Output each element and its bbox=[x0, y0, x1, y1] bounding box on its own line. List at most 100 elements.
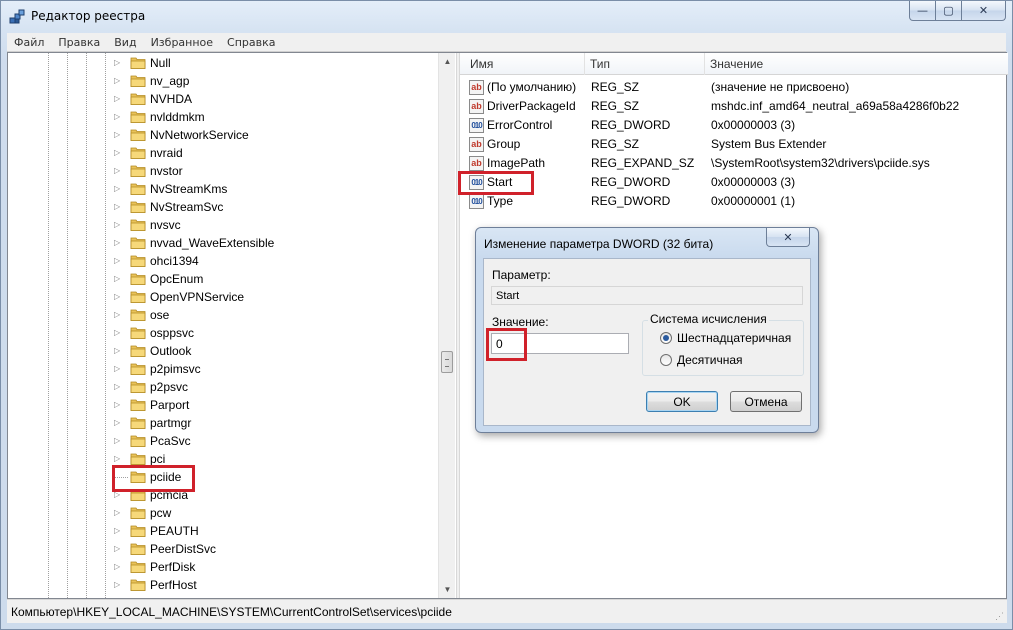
list-row-errorcontrol[interactable]: 010 ErrorControl REG_DWORD 0x00000003 (3) bbox=[460, 116, 1006, 135]
tree-item[interactable]: ▷ nvvad_WaveExtensible bbox=[8, 234, 438, 252]
tree-item[interactable]: ▷ Null bbox=[8, 54, 438, 72]
tree-item-label[interactable]: pcmcia bbox=[150, 488, 188, 502]
list-row-start[interactable]: 010 Start REG_DWORD 0x00000003 (3) bbox=[460, 173, 1006, 192]
expand-arrow-icon[interactable]: ▷ bbox=[114, 580, 122, 590]
cancel-button[interactable]: Отмена bbox=[730, 391, 802, 412]
resize-grip-icon[interactable]: ⋰ bbox=[995, 611, 1005, 621]
expand-arrow-icon[interactable]: ▷ bbox=[114, 274, 122, 284]
column-divider[interactable] bbox=[584, 53, 585, 75]
tree-item[interactable]: ▷ NvNetworkService bbox=[8, 126, 438, 144]
expand-arrow-icon[interactable]: ▷ bbox=[114, 382, 122, 392]
tree-item[interactable]: ▷ OpcEnum bbox=[8, 270, 438, 288]
expand-arrow-icon[interactable]: ▷ bbox=[114, 292, 122, 302]
tree-item[interactable]: ▷ nv_agp bbox=[8, 72, 438, 90]
tree-item-label[interactable]: Null bbox=[150, 56, 171, 70]
tree-item[interactable]: ▷ pci bbox=[8, 450, 438, 468]
expand-arrow-icon[interactable]: ▷ bbox=[114, 400, 122, 410]
expand-arrow-icon[interactable]: ▷ bbox=[114, 202, 122, 212]
tree-item[interactable]: ▷ NVHDA bbox=[8, 90, 438, 108]
expand-arrow-icon[interactable]: ▷ bbox=[114, 544, 122, 554]
close-button[interactable]: ✕ bbox=[962, 1, 1006, 21]
radio-hexadecimal[interactable]: Шестнадцатеричная bbox=[660, 331, 791, 345]
tree-item-label[interactable]: OpenVPNService bbox=[150, 290, 244, 304]
tree-item[interactable]: ▷ p2psvc bbox=[8, 378, 438, 396]
tree-item[interactable]: ▷ NvStreamSvc bbox=[8, 198, 438, 216]
tree-item-label[interactable]: OpcEnum bbox=[150, 272, 203, 286]
expand-arrow-icon[interactable]: ▷ bbox=[114, 94, 122, 104]
list-row-driverpackageid[interactable]: ab DriverPackageId REG_SZ mshdc.inf_amd64_n… bbox=[460, 97, 1006, 116]
title-bar[interactable]: Редактор реестра — ▢ ✕ bbox=[1, 1, 1012, 33]
scroll-up-icon[interactable]: ▲ bbox=[439, 53, 456, 70]
tree-item-label[interactable]: partmgr bbox=[150, 416, 191, 430]
value-input[interactable]: 0 bbox=[491, 333, 629, 354]
tree-item[interactable]: ▷ pcw bbox=[8, 504, 438, 522]
tree-item[interactable]: ▷ PeerDistSvc bbox=[8, 540, 438, 558]
expand-arrow-icon[interactable]: ▷ bbox=[114, 256, 122, 266]
menu-help[interactable]: Справка bbox=[220, 36, 282, 49]
tree-item-label[interactable]: ohci1394 bbox=[150, 254, 199, 268]
tree-scrollbar[interactable]: ▲ ▼ bbox=[438, 53, 455, 598]
tree-item[interactable]: ▷ Parport bbox=[8, 396, 438, 414]
column-name-header[interactable]: Имя bbox=[470, 57, 493, 71]
menu-view[interactable]: Вид bbox=[107, 36, 143, 49]
tree-item-label[interactable]: pciide bbox=[150, 470, 181, 484]
scrollbar-thumb[interactable] bbox=[441, 351, 453, 373]
expand-arrow-icon[interactable]: ▷ bbox=[114, 346, 122, 356]
radio-button-icon[interactable] bbox=[660, 332, 672, 344]
column-type-header[interactable]: Тип bbox=[590, 57, 610, 71]
tree-item-label[interactable]: PcaSvc bbox=[150, 434, 191, 448]
expand-arrow-icon[interactable]: ▷ bbox=[114, 562, 122, 572]
ok-button[interactable]: OK bbox=[646, 391, 718, 412]
maximize-button[interactable]: ▢ bbox=[936, 1, 962, 21]
expand-arrow-icon[interactable]: ▷ bbox=[114, 310, 122, 320]
tree-item[interactable]: ▷ OpenVPNService bbox=[8, 288, 438, 306]
tree-item-label[interactable]: ose bbox=[150, 308, 169, 322]
radio-hexadecimal-label[interactable]: Шестнадцатеричная bbox=[677, 331, 791, 345]
tree-item[interactable]: ▷ PerfDisk bbox=[8, 558, 438, 576]
tree-item-label[interactable]: pci bbox=[150, 452, 165, 466]
expand-arrow-icon[interactable]: ▷ bbox=[114, 220, 122, 230]
tree-item-label[interactable]: PerfHost bbox=[150, 578, 197, 592]
expand-arrow-icon[interactable]: ▷ bbox=[114, 58, 122, 68]
list-row-[interactable]: ab (По умолчанию) REG_SZ (значение не присв… bbox=[460, 78, 1006, 97]
expand-arrow-icon[interactable]: ▷ bbox=[114, 418, 122, 428]
tree-item-label[interactable]: p2pimsvc bbox=[150, 362, 201, 376]
expand-arrow-icon[interactable]: ▷ bbox=[114, 148, 122, 158]
expand-arrow-icon[interactable]: ▷ bbox=[114, 508, 122, 518]
tree-item-label[interactable]: NvStreamSvc bbox=[150, 200, 223, 214]
menu-edit[interactable]: Правка bbox=[51, 36, 107, 49]
expand-arrow-icon[interactable]: ▷ bbox=[114, 436, 122, 446]
tree-item-label[interactable]: osppsvc bbox=[150, 326, 194, 340]
expand-arrow-icon[interactable]: ▷ bbox=[114, 328, 122, 338]
tree-item-label[interactable]: PEAUTH bbox=[150, 524, 199, 538]
tree-item[interactable]: ▷ NvStreamKms bbox=[8, 180, 438, 198]
tree-item[interactable]: pciide bbox=[8, 468, 438, 486]
dialog-close-button[interactable]: ✕ bbox=[766, 228, 810, 247]
expand-arrow-icon[interactable]: ▷ bbox=[114, 238, 122, 248]
menu-file[interactable]: Файл bbox=[7, 36, 51, 49]
radio-button-icon[interactable] bbox=[660, 354, 672, 366]
tree-item[interactable]: ▷ ohci1394 bbox=[8, 252, 438, 270]
tree-item-label[interactable]: PerfDisk bbox=[150, 560, 195, 574]
list-row-imagepath[interactable]: ab ImagePath REG_EXPAND_SZ \SystemRoot\syst… bbox=[460, 154, 1006, 173]
tree-item[interactable]: ▷ nvstor bbox=[8, 162, 438, 180]
tree-item[interactable]: ▷ ose bbox=[8, 306, 438, 324]
tree-item[interactable]: ▷ PerfHost bbox=[8, 576, 438, 594]
menu-favorites[interactable]: Избранное bbox=[144, 36, 220, 49]
tree-item-label[interactable]: NvStreamKms bbox=[150, 182, 227, 196]
expand-arrow-icon[interactable]: ▷ bbox=[114, 526, 122, 536]
tree-item-label[interactable]: nvstor bbox=[150, 164, 183, 178]
tree-item-label[interactable]: NvNetworkService bbox=[150, 128, 249, 142]
column-divider[interactable] bbox=[704, 53, 705, 75]
tree-item[interactable]: ▷ p2pimsvc bbox=[8, 360, 438, 378]
scroll-down-icon[interactable]: ▼ bbox=[439, 581, 456, 598]
list-row-type[interactable]: 010 Type REG_DWORD 0x00000001 (1) bbox=[460, 192, 1006, 211]
tree-item[interactable]: ▷ nvraid bbox=[8, 144, 438, 162]
tree-item-label[interactable]: nvlddmkm bbox=[150, 110, 205, 124]
tree-item-label[interactable]: nv_agp bbox=[150, 74, 189, 88]
expand-arrow-icon[interactable]: ▷ bbox=[114, 184, 122, 194]
tree-item[interactable]: ▷ nvlddmkm bbox=[8, 108, 438, 126]
tree-item[interactable]: ▷ Outlook bbox=[8, 342, 438, 360]
tree-item-label[interactable]: p2psvc bbox=[150, 380, 188, 394]
expand-arrow-icon[interactable]: ▷ bbox=[114, 130, 122, 140]
